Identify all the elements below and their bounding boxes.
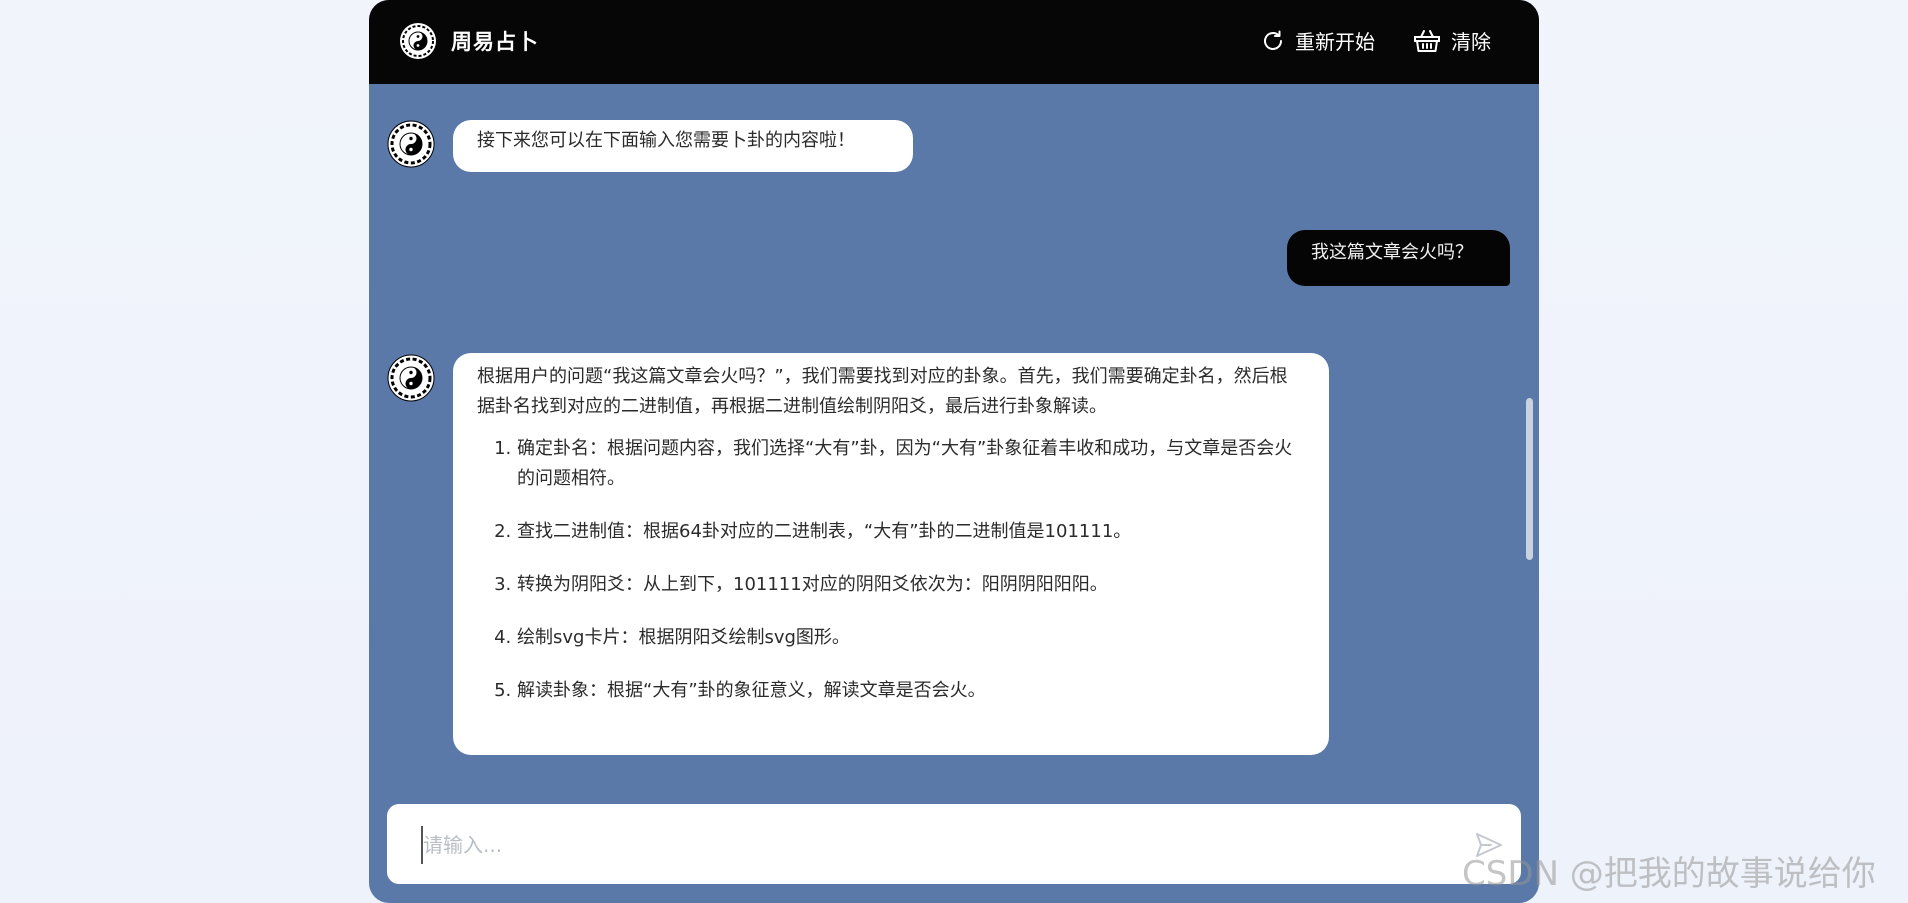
restart-button[interactable]: 重新开始 <box>1261 26 1375 55</box>
assistant-avatar-icon <box>387 120 435 168</box>
refresh-icon <box>1261 29 1285 53</box>
list-item: 查找二进制值：根据64卦对应的二进制表，“大有”卦的二进制值是101111。 <box>517 517 1305 547</box>
assistant-avatar-icon <box>387 354 435 402</box>
yin-yang-logo-icon <box>399 22 437 60</box>
message-intro: 根据用户的问题“我这篇文章会火吗？”，我们需要找到对应的卦象。首先，我们需要确定… <box>477 366 1288 417</box>
list-item: 解读卦象：根据“大有”卦的象征意义，解读文章是否会火。 <box>517 676 1305 706</box>
message-input[interactable] <box>421 826 1425 864</box>
app-header: 周易占卜 重新开始 清除 <box>369 0 1539 84</box>
message-text: 接下来您可以在下面输入您需要卜卦的内容啦！ <box>477 130 855 151</box>
clear-label: 清除 <box>1451 30 1491 54</box>
app-title: 周易占卜 <box>451 30 539 54</box>
restart-label: 重新开始 <box>1295 30 1375 54</box>
message-text: 我这篇文章会火吗？ <box>1311 242 1473 263</box>
list-item: 绘制svg卡片：根据阴阳爻绘制svg图形。 <box>517 623 1305 653</box>
composer <box>387 804 1521 884</box>
user-message-bubble: 我这篇文章会火吗？ <box>1287 230 1510 286</box>
header-actions: 重新开始 清除 <box>1261 26 1491 55</box>
message-list[interactable]: 接下来您可以在下面输入您需要卜卦的内容啦！ 我这篇文章会火吗？ 根据用户的问题“… <box>369 84 1539 784</box>
scrollbar-thumb[interactable] <box>1526 398 1533 560</box>
chat-app: 周易占卜 重新开始 清除 接下来您可以在下面输入您需要卜卦的内容啦！ 我这篇文章… <box>369 0 1539 903</box>
basket-icon <box>1413 29 1441 53</box>
assistant-message-bubble: 根据用户的问题“我这篇文章会火吗？”，我们需要找到对应的卦象。首先，我们需要确定… <box>453 353 1329 755</box>
list-item: 确定卦名：根据问题内容，我们选择“大有”卦，因为“大有”卦象征着丰收和成功，与文… <box>517 434 1305 494</box>
brand: 周易占卜 <box>399 22 539 60</box>
list-item: 转换为阴阳爻：从上到下，101111对应的阴阳爻依次为：阳阴阴阳阳阳。 <box>517 570 1305 600</box>
watermark: CSDN @把我的故事说给你 <box>1462 854 1876 894</box>
steps-list: 确定卦名：根据问题内容，我们选择“大有”卦，因为“大有”卦象征着丰收和成功，与文… <box>477 434 1305 706</box>
clear-button[interactable]: 清除 <box>1413 26 1491 55</box>
assistant-message-bubble: 接下来您可以在下面输入您需要卜卦的内容啦！ <box>453 120 913 172</box>
